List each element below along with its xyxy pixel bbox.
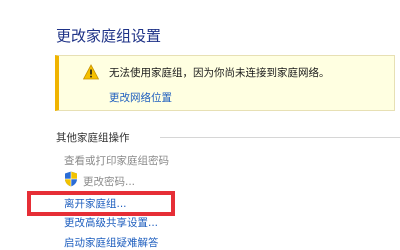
start-homegroup-troubleshooter-link[interactable]: 启动家庭组疑难解答 — [64, 235, 159, 250]
warning-banner: 无法使用家庭组，因为你尚未连接到家庭网络。 更改网络位置 — [55, 55, 395, 111]
change-advanced-sharing-settings-link[interactable]: 更改高级共享设置... — [64, 215, 158, 230]
leave-homegroup-link[interactable]: 离开家庭组... — [64, 196, 127, 211]
page-title: 更改家庭组设置 — [56, 27, 162, 45]
other-homegroup-actions-heading: 其他家庭组操作 — [56, 132, 130, 144]
change-network-location-link[interactable]: 更改网络位置 — [109, 90, 172, 105]
section-divider — [160, 137, 400, 138]
warning-message: 无法使用家庭组，因为你尚未连接到家庭网络。 — [109, 67, 330, 79]
warning-icon — [82, 64, 100, 80]
uac-shield-icon — [64, 171, 78, 187]
change-password-link[interactable]: 更改密码... — [83, 174, 135, 189]
view-print-homegroup-password-link[interactable]: 查看或打印家庭组密码 — [64, 153, 169, 168]
